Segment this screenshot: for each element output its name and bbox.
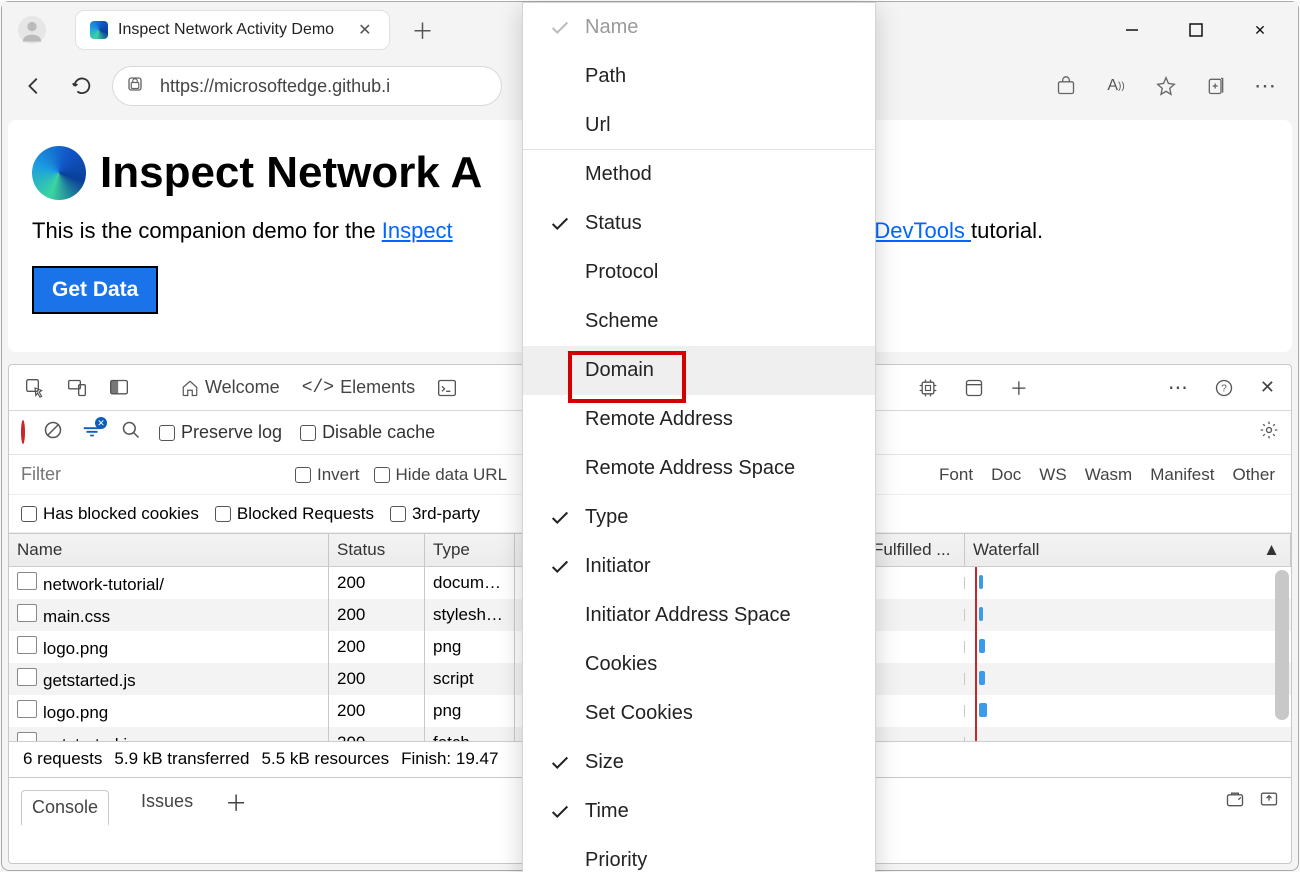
has-blocked-cookies-checkbox[interactable]: Has blocked cookies	[21, 504, 199, 524]
application-icon[interactable]	[958, 374, 990, 402]
context-menu-item[interactable]: Size	[523, 738, 875, 787]
minimize-button[interactable]	[1114, 12, 1150, 48]
dock-side-icon[interactable]	[103, 374, 135, 402]
shopping-icon[interactable]	[1048, 68, 1084, 104]
context-menu-item[interactable]: Name	[523, 3, 875, 52]
sort-arrow-icon: ▲	[1263, 540, 1280, 560]
context-menu-item[interactable]: Domain	[523, 346, 875, 395]
col-waterfall[interactable]: Waterfall▲	[965, 534, 1291, 566]
scrollbar-thumb[interactable]	[1275, 570, 1289, 720]
close-devtools-button[interactable]: ✕	[1254, 373, 1281, 402]
file-icon	[17, 572, 37, 590]
context-menu-item[interactable]: Time	[523, 787, 875, 836]
filter-manifest[interactable]: Manifest	[1146, 463, 1218, 487]
context-menu-item[interactable]: Remote Address	[523, 395, 875, 444]
preserve-log-checkbox[interactable]: Preserve log	[159, 422, 282, 443]
disable-cache-checkbox[interactable]: Disable cache	[300, 422, 435, 443]
check-icon	[549, 556, 571, 578]
context-menu-item[interactable]: Scheme	[523, 297, 875, 346]
context-menu-item[interactable]: Cookies	[523, 640, 875, 689]
more-tabs-button[interactable]: ＋	[1004, 371, 1034, 405]
check-icon	[549, 213, 571, 235]
third-party-checkbox[interactable]: 3rd-party	[390, 504, 480, 524]
filter-other[interactable]: Other	[1228, 463, 1279, 487]
file-icon	[17, 636, 37, 654]
more-tools-icon[interactable]: ⋯	[1162, 371, 1194, 404]
maximize-button[interactable]	[1178, 12, 1214, 48]
filter-doc[interactable]: Doc	[987, 463, 1025, 487]
file-icon	[17, 668, 37, 686]
filter-ws[interactable]: WS	[1035, 463, 1070, 487]
edge-favicon-icon	[90, 21, 108, 39]
record-button[interactable]	[21, 422, 25, 443]
col-status[interactable]: Status	[329, 534, 425, 566]
context-menu-item[interactable]: Initiator Address Space	[523, 591, 875, 640]
clear-button[interactable]	[43, 420, 63, 445]
get-data-button[interactable]: Get Data	[32, 266, 158, 314]
hide-data-urls-checkbox[interactable]: Hide data URL	[374, 465, 508, 485]
blocked-requests-checkbox[interactable]: Blocked Requests	[215, 504, 374, 524]
tab-close-button[interactable]: ✕	[354, 16, 375, 44]
inspect-element-icon[interactable]	[19, 374, 51, 402]
context-menu-item[interactable]: Protocol	[523, 248, 875, 297]
drawer-tab-console[interactable]: Console	[21, 790, 109, 826]
tab-title: Inspect Network Activity Demo	[118, 21, 334, 39]
check-icon	[549, 17, 571, 39]
col-type[interactable]: Type	[425, 534, 515, 566]
tab-welcome[interactable]: Welcome	[175, 373, 286, 402]
context-menu-item[interactable]: Remote Address Space	[523, 444, 875, 493]
check-icon	[549, 507, 571, 529]
filter-funnel-icon[interactable]: ✕	[81, 419, 103, 446]
profile-avatar-icon[interactable]	[18, 16, 46, 44]
memory-icon[interactable]	[912, 374, 944, 402]
favorite-star-icon[interactable]	[1148, 68, 1184, 104]
address-bar[interactable]: https://microsoftedge.github.i	[112, 66, 502, 106]
col-fulfilled[interactable]: Fulfilled ...	[865, 534, 965, 566]
file-icon	[17, 732, 37, 741]
tab-console-icon[interactable]	[431, 374, 463, 402]
filter-wasm[interactable]: Wasm	[1081, 463, 1137, 487]
search-icon[interactable]	[121, 420, 141, 445]
device-emulation-icon[interactable]	[61, 374, 93, 402]
invert-checkbox[interactable]: Invert	[295, 465, 360, 485]
context-menu-item[interactable]: Type	[523, 493, 875, 542]
network-settings-icon[interactable]	[1259, 420, 1279, 445]
context-menu-item[interactable]: Method	[523, 150, 875, 199]
read-aloud-icon[interactable]: A))	[1098, 68, 1134, 104]
browser-tab[interactable]: Inspect Network Activity Demo ✕	[76, 11, 389, 49]
check-icon	[549, 752, 571, 774]
drawer-icon-2[interactable]	[1259, 789, 1279, 814]
svg-text:?: ?	[1221, 383, 1227, 394]
collections-icon[interactable]	[1198, 68, 1234, 104]
drawer-icon-1[interactable]	[1225, 789, 1245, 814]
close-window-button[interactable]: ✕	[1242, 12, 1278, 48]
context-menu-item[interactable]: Set Cookies	[523, 689, 875, 738]
check-icon	[549, 801, 571, 823]
site-info-icon[interactable]	[126, 75, 144, 98]
context-menu-item[interactable]: Priority	[523, 836, 875, 872]
refresh-button[interactable]	[64, 68, 100, 104]
col-name[interactable]: Name	[9, 534, 329, 566]
new-tab-button[interactable]: ＋	[405, 13, 439, 47]
drawer-tab-issues[interactable]: Issues	[131, 785, 203, 818]
context-menu-item[interactable]: Url	[523, 101, 875, 150]
filter-font[interactable]: Font	[935, 463, 977, 487]
context-menu-item[interactable]: Status	[523, 199, 875, 248]
file-icon	[17, 700, 37, 718]
back-button[interactable]	[16, 68, 52, 104]
page-heading: Inspect Network A	[100, 148, 482, 198]
context-menu-item[interactable]: Initiator	[523, 542, 875, 591]
file-icon	[17, 604, 37, 622]
link-inspect[interactable]: Inspect	[382, 218, 453, 243]
context-menu-item[interactable]: Path	[523, 52, 875, 101]
menu-button[interactable]: ⋯	[1248, 68, 1284, 104]
column-context-menu: NamePathUrlMethodStatusProtocolSchemeDom…	[522, 2, 876, 872]
help-icon[interactable]: ?	[1208, 374, 1240, 402]
edge-logo-icon	[32, 146, 86, 200]
drawer-add-tab[interactable]: ＋	[225, 786, 247, 818]
filter-input[interactable]	[21, 464, 281, 485]
url-text: https://microsoftedge.github.i	[160, 76, 390, 97]
tab-elements[interactable]: </>Elements	[296, 373, 421, 402]
